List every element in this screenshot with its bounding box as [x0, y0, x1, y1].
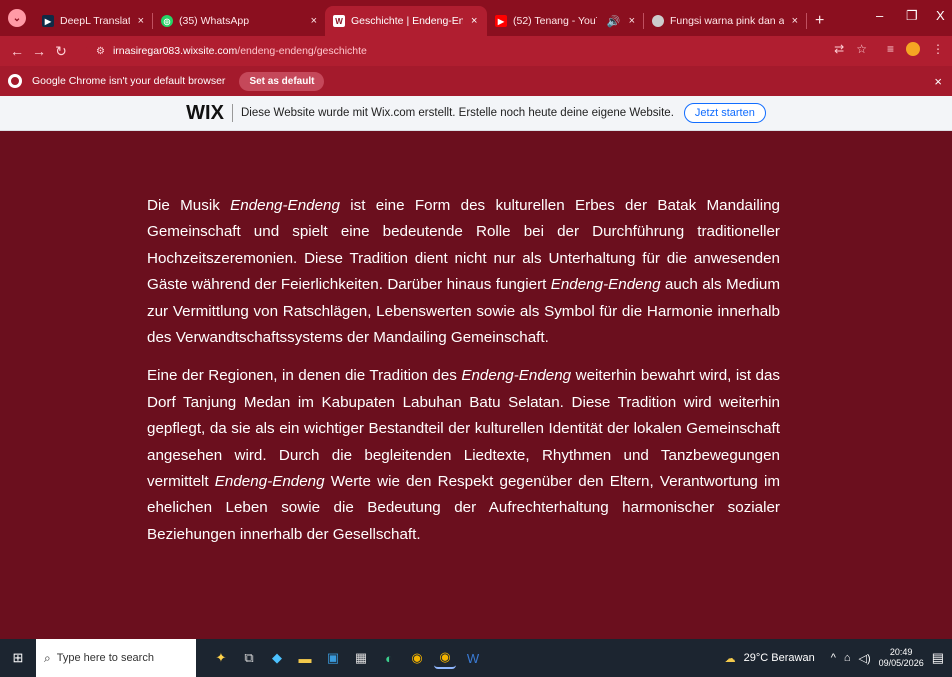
paragraph-2: Eine der Regionen, in denen die Traditio… [147, 367, 780, 543]
default-browser-infobar: Google Chrome isn't your default browser… [0, 66, 952, 96]
notification-icon[interactable]: ▤ [932, 650, 944, 666]
url-host: irnasiregar083.wixsite.com [112, 45, 238, 57]
copilot-sparkle-icon[interactable]: ✦ [210, 647, 232, 669]
back-arrow-icon[interactable]: ← [6, 43, 28, 59]
divider [231, 104, 233, 122]
wix-logo[interactable]: WIX [186, 102, 224, 125]
close-tab-icon[interactable]: × [138, 15, 144, 27]
close-tab-icon[interactable]: × [629, 15, 635, 27]
url-path: /endeng-endeng/geschichte [237, 45, 367, 57]
reading-list-icon[interactable]: ≡ [887, 42, 894, 56]
wix-banner-text: Diese Website wurde mit Wix.com erstellt… [240, 107, 674, 119]
article-body: Die Musik Endeng-Endeng ist eine Form de… [147, 193, 780, 560]
show-hidden-icons-icon[interactable]: ^ [831, 652, 836, 664]
reload-icon[interactable]: ↻ [50, 43, 72, 60]
calendar-icon[interactable]: ▦ [350, 647, 372, 669]
infobar-close-icon[interactable]: × [934, 74, 942, 89]
tab-whatsapp[interactable]: ◎ (35) WhatsApp × [153, 6, 325, 36]
widgets-icon[interactable]: ◆ [266, 647, 288, 669]
minimize-button[interactable]: – [876, 8, 883, 23]
store-icon[interactable]: ▣ [322, 647, 344, 669]
browser-toolbar: ← → ↻ ⚙ irnasiregar083.wixsite.com/enden… [0, 36, 952, 66]
paragraph-1: Die Musik Endeng-Endeng ist eine Form de… [147, 197, 780, 347]
system-tray: ☁ 29°C Berawan ^ ⌂ ◁) 20:49 09/05/2026 ▤ [725, 639, 944, 677]
tab-fungsi[interactable]: Fungsi warna pink dan abu- × [644, 6, 806, 36]
whatsapp-icon: ◎ [161, 15, 173, 27]
tab-title: (52) Tenang - YouTube [513, 15, 597, 27]
deepl-favicon-icon: ▶ [42, 15, 54, 27]
jetzt-starten-button[interactable]: Jetzt starten [683, 103, 766, 123]
volume-icon[interactable]: ◁) [859, 652, 871, 665]
chrome-active-icon[interactable]: ◉ [434, 647, 456, 669]
wix-banner: WIX Diese Website wurde mit Wix.com erst… [0, 96, 952, 131]
tab-deepl[interactable]: ▶ DeepL Translate: The world's × [34, 6, 152, 36]
close-tab-icon[interactable]: × [471, 15, 477, 27]
tab-title: Fungsi warna pink dan abu- [670, 15, 784, 27]
address-bar[interactable]: ⚙ irnasiregar083.wixsite.com/endeng-ende… [86, 40, 854, 62]
bookmark-star-icon[interactable]: ☆ [856, 42, 867, 56]
tab-geschichte[interactable]: W Geschichte | Endeng-Enden × [325, 6, 487, 36]
clock[interactable]: 20:49 09/05/2026 [879, 647, 924, 669]
tab-title: Geschichte | Endeng-Enden [351, 15, 463, 27]
windows-taskbar: ⊞ ⌕ Type here to search ✦ ⧉ ◆ ▬ ▣ ▦ ◐ ◉ … [0, 639, 952, 677]
word-icon[interactable]: W [462, 647, 484, 669]
close-tab-icon[interactable]: × [792, 15, 798, 27]
tab-title: DeepL Translate: The world's [60, 15, 130, 27]
infobar-message: Google Chrome isn't your default browser [32, 75, 226, 87]
close-tab-icon[interactable]: × [311, 15, 317, 27]
restore-button[interactable]: ❐ [906, 8, 918, 24]
tab-strip: ⌄ ▶ DeepL Translate: The world's × ◎ (35… [0, 0, 952, 36]
tab-youtube[interactable]: ▶ (52) Tenang - YouTube 🔊 × [487, 6, 643, 36]
clock-time: 20:49 [889, 647, 913, 657]
youtube-icon: ▶ [495, 15, 507, 27]
clock-date: 09/05/2026 [878, 658, 924, 668]
page-favicon-icon [652, 15, 664, 27]
search-icon: ⌕ [44, 650, 51, 665]
taskbar-search-input[interactable]: ⌕ Type here to search [36, 639, 196, 677]
wix-favicon-icon: W [333, 15, 345, 27]
new-tab-button[interactable]: + [807, 6, 832, 36]
profile-avatar[interactable] [906, 42, 920, 56]
task-view-icon[interactable]: ⧉ [238, 647, 260, 669]
close-window-button[interactable]: X [936, 8, 945, 23]
chrome-logo-icon [8, 74, 22, 88]
site-info-icon[interactable]: ⚙ [96, 46, 105, 57]
tab-search-icon[interactable]: ⌄ [8, 9, 26, 27]
page-content: Die Musik Endeng-Endeng ist eine Form de… [0, 131, 952, 639]
taskbar-apps: ✦ ⧉ ◆ ▬ ▣ ▦ ◐ ◉ ◉ W [210, 647, 484, 669]
tab-list: ▶ DeepL Translate: The world's × ◎ (35) … [34, 6, 832, 36]
translate-icon[interactable]: ⇄ [834, 42, 844, 56]
set-as-default-button[interactable]: Set as default [239, 71, 325, 91]
edge-icon[interactable]: ◐ [378, 647, 400, 669]
forward-arrow-icon[interactable]: → [28, 43, 50, 59]
search-placeholder: Type here to search [56, 652, 154, 664]
chrome-icon[interactable]: ◉ [406, 647, 428, 669]
menu-kebab-icon[interactable]: ⋮ [932, 42, 944, 56]
toolbar-actions: ⇄ ☆ ≡ ⋮ [834, 42, 944, 56]
windows-start-icon[interactable]: ⊞ [0, 650, 36, 666]
audio-playing-icon[interactable]: 🔊 [607, 15, 621, 28]
network-icon[interactable]: ⌂ [844, 652, 851, 664]
file-explorer-icon[interactable]: ▬ [294, 647, 316, 669]
weather-text[interactable]: 29°C Berawan [744, 652, 815, 664]
weather-icon: ☁ [724, 652, 736, 665]
tab-title: (35) WhatsApp [179, 15, 250, 27]
